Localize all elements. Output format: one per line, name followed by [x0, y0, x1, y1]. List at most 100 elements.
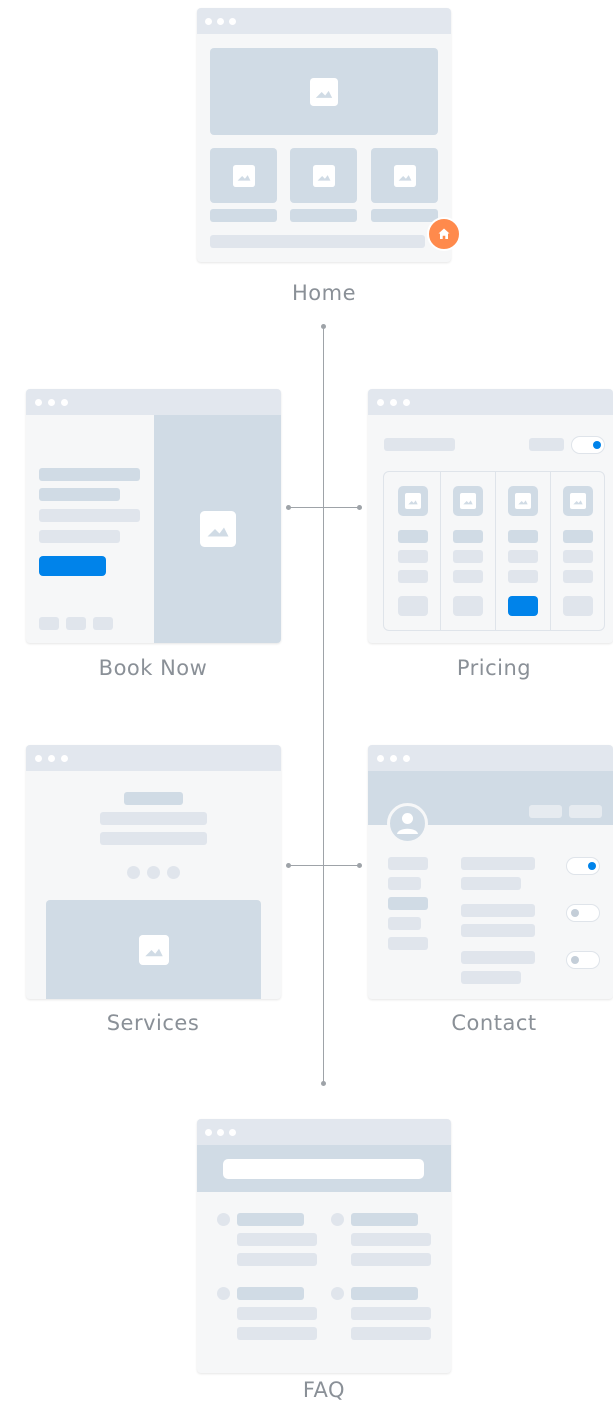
menu-item-active-placeholder — [388, 897, 428, 910]
setting-desc-placeholder — [461, 971, 521, 984]
plan-name-placeholder — [453, 530, 483, 543]
menu-item-placeholder — [388, 857, 428, 870]
user-icon — [397, 813, 418, 834]
window-dot — [48, 755, 55, 762]
image-icon — [313, 165, 335, 187]
faq-bullet — [331, 1213, 344, 1226]
window-dot — [35, 399, 42, 406]
carousel-dot — [147, 866, 160, 879]
featured-image-placeholder — [46, 900, 261, 999]
footer-link-placeholder — [39, 617, 59, 630]
text-placeholder — [100, 812, 207, 825]
toggle-knob — [588, 862, 596, 870]
connector-node — [321, 1081, 326, 1086]
window-dot — [61, 399, 68, 406]
plan-feature-placeholder — [563, 570, 593, 583]
footer-link-placeholder — [66, 617, 86, 630]
pricing-table — [383, 471, 605, 631]
browser-titlebar — [368, 389, 613, 415]
plan-image-placeholder — [453, 486, 483, 516]
setting-toggle-off — [566, 904, 600, 922]
plan-select-button-highlighted — [508, 596, 538, 616]
branch-connector — [288, 865, 360, 866]
faq-answer-placeholder — [351, 1253, 431, 1266]
plan-select-button — [563, 596, 593, 616]
services-page-thumbnail[interactable] — [26, 745, 281, 999]
billing-label-placeholder — [529, 438, 564, 451]
footer-placeholder — [210, 235, 425, 248]
faq-answer-placeholder — [351, 1307, 431, 1320]
faq-page-thumbnail[interactable] — [197, 1119, 451, 1373]
plan-feature-placeholder — [563, 550, 593, 563]
plan-feature-placeholder — [453, 570, 483, 583]
plan-select-button — [398, 596, 428, 616]
faq-bullet — [217, 1213, 230, 1226]
browser-titlebar — [26, 745, 281, 771]
heading-placeholder — [124, 792, 183, 805]
plan-name-placeholder — [398, 530, 428, 543]
connector-node — [286, 863, 291, 868]
branch-connector — [288, 507, 360, 508]
vertical-connector — [323, 327, 324, 1083]
image-icon — [515, 493, 531, 509]
image-icon — [310, 78, 338, 106]
plan-select-button — [453, 596, 483, 616]
page-label-book-now: Book Now — [98, 656, 208, 680]
setting-desc-placeholder — [461, 924, 535, 937]
faq-question-placeholder — [237, 1287, 304, 1300]
heading-placeholder — [39, 468, 140, 481]
image-icon — [570, 493, 586, 509]
window-dot — [229, 18, 236, 25]
window-dot — [217, 18, 224, 25]
pricing-page-thumbnail[interactable] — [368, 389, 613, 643]
window-dot — [48, 399, 55, 406]
toggle-knob — [571, 956, 579, 964]
footer-link-placeholder — [93, 617, 113, 630]
faq-answer-placeholder — [237, 1307, 317, 1320]
caption-placeholder — [371, 209, 438, 222]
thumb-image-placeholder — [290, 148, 357, 203]
window-dot — [217, 1129, 224, 1136]
menu-item-placeholder — [388, 877, 421, 890]
thumb-image-placeholder — [371, 148, 438, 203]
book-cta-button — [39, 556, 106, 576]
toggle-knob — [593, 441, 601, 449]
heading-placeholder — [39, 488, 120, 501]
faq-answer-placeholder — [351, 1327, 431, 1340]
search-bar-placeholder — [223, 1159, 424, 1179]
home-icon — [438, 228, 450, 239]
title-placeholder — [384, 438, 455, 451]
window-dot — [35, 755, 42, 762]
connector-node — [357, 863, 362, 868]
avatar — [387, 803, 428, 844]
thumb-image-placeholder — [210, 148, 277, 203]
page-label-home: Home — [291, 281, 356, 305]
setting-label-placeholder — [461, 951, 535, 964]
image-icon — [460, 493, 476, 509]
setting-toggle-on — [566, 857, 600, 875]
home-badge — [427, 217, 461, 251]
contact-page-thumbnail[interactable] — [368, 745, 613, 999]
faq-bullet — [217, 1287, 230, 1300]
plan-feature-placeholder — [508, 570, 538, 583]
window-dot — [205, 1129, 212, 1136]
faq-answer-placeholder — [237, 1253, 317, 1266]
page-label-pricing: Pricing — [456, 656, 532, 680]
image-icon — [405, 493, 421, 509]
plan-image-placeholder — [398, 486, 428, 516]
window-dot — [403, 399, 410, 406]
plan-feature-placeholder — [398, 550, 428, 563]
faq-question-placeholder — [237, 1213, 304, 1226]
window-dot — [229, 1129, 236, 1136]
browser-titlebar — [197, 8, 451, 34]
setting-desc-placeholder — [461, 877, 521, 890]
page-label-services: Services — [106, 1011, 200, 1035]
faq-answer-placeholder — [351, 1233, 431, 1246]
page-label-contact: Contact — [451, 1011, 537, 1035]
browser-titlebar — [368, 745, 613, 771]
faq-question-placeholder — [351, 1287, 418, 1300]
carousel-dot — [127, 866, 140, 879]
faq-answer-placeholder — [237, 1233, 317, 1246]
home-page-thumbnail[interactable] — [197, 8, 451, 262]
book-now-page-thumbnail[interactable] — [26, 389, 281, 643]
